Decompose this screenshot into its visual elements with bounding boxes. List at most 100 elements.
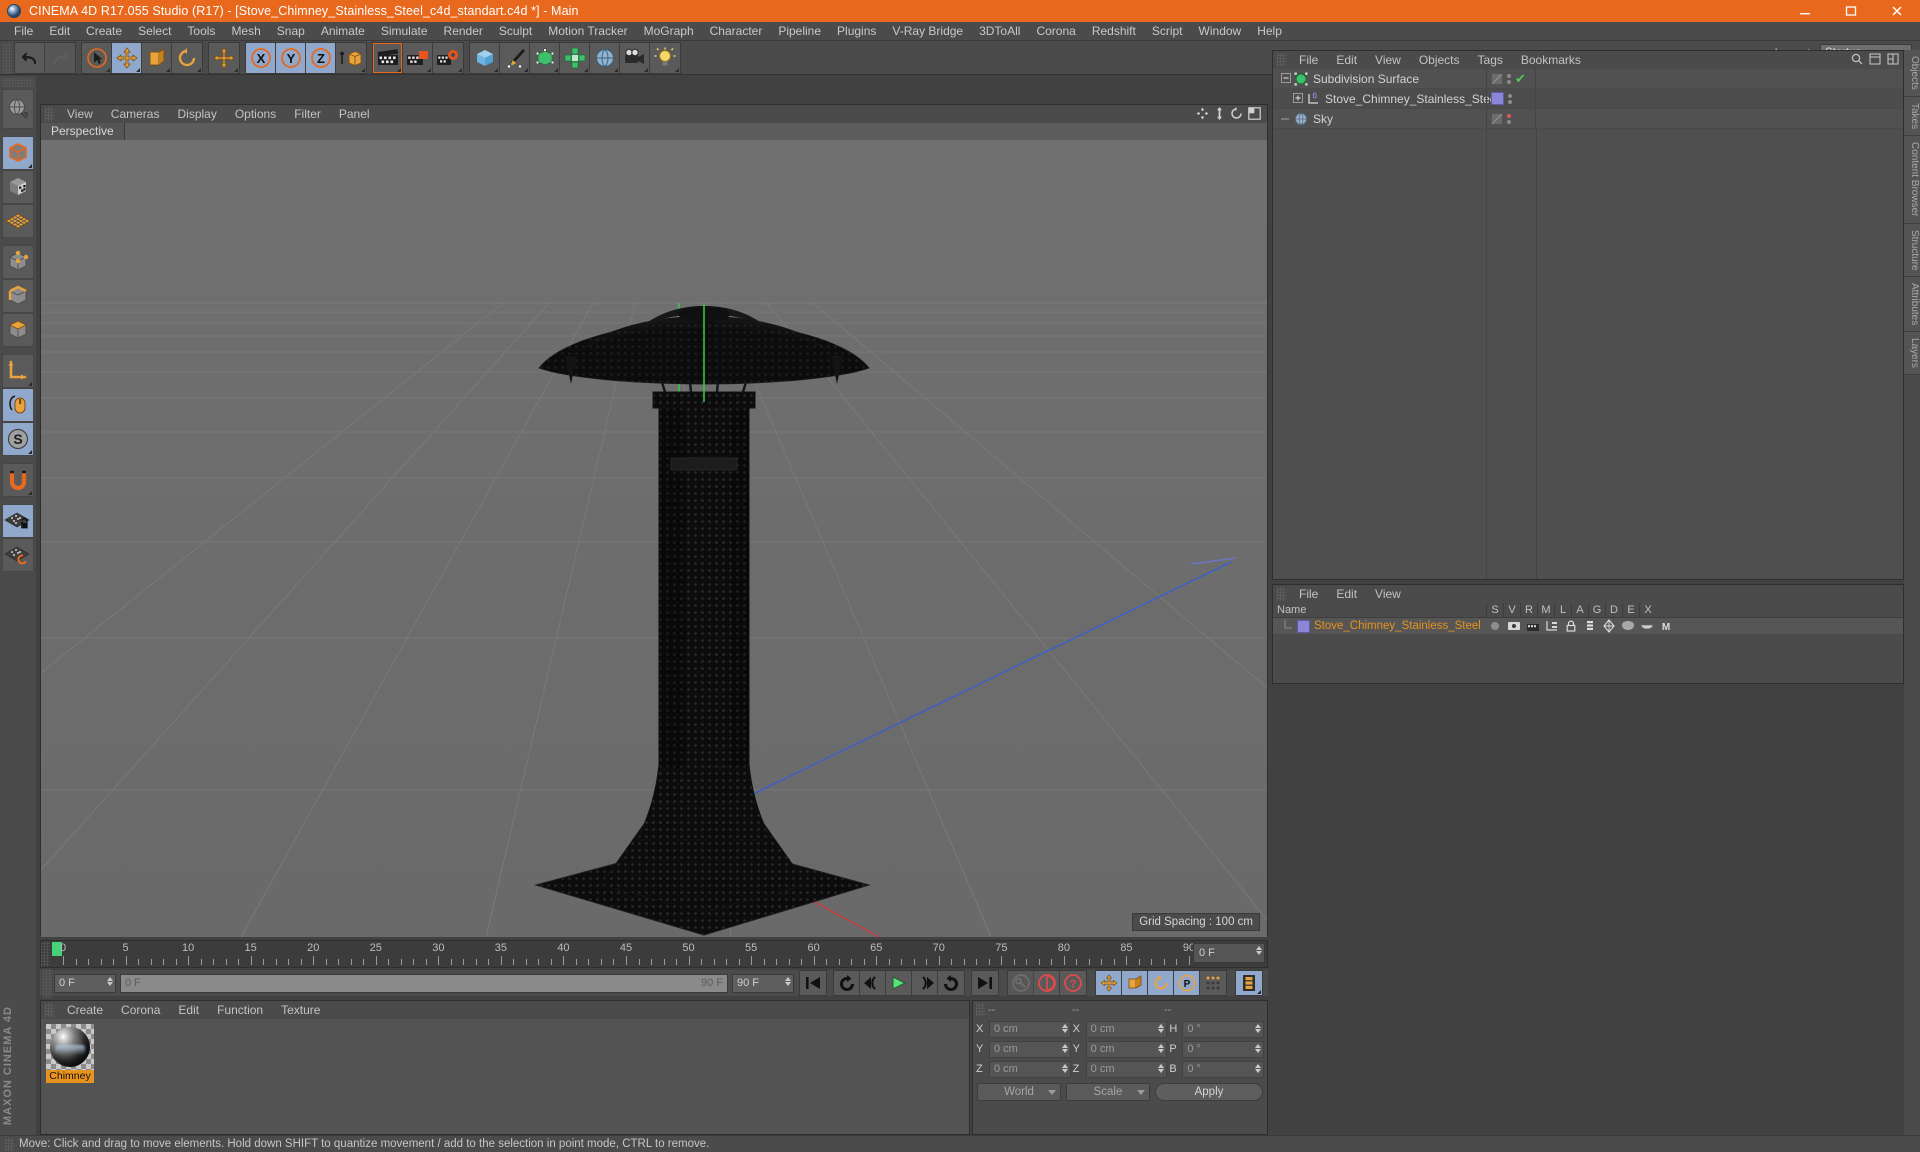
menu-item-redshift[interactable]: Redshift — [1084, 22, 1144, 41]
step-back-button[interactable] — [860, 971, 886, 995]
om-menu-bookmarks[interactable]: Bookmarks — [1512, 51, 1590, 69]
go-to-previous-key[interactable] — [834, 971, 860, 995]
menu-item-mesh[interactable]: Mesh — [223, 22, 268, 41]
menu-item-mograph[interactable]: MoGraph — [636, 22, 702, 41]
left-palette-grip[interactable] — [3, 78, 33, 87]
spinner-icon[interactable] — [785, 976, 791, 986]
model-mode[interactable] — [2, 136, 34, 170]
tm-menu-file[interactable]: File — [1290, 585, 1327, 603]
edit-render-settings[interactable] — [433, 42, 463, 73]
dot-icon[interactable] — [1486, 619, 1503, 633]
tag-column-X[interactable]: X — [1639, 602, 1656, 618]
minimize-icon[interactable] — [1782, 0, 1828, 22]
hierarchy-icon[interactable] — [1543, 619, 1560, 633]
magnet-icon[interactable] — [2, 463, 34, 497]
table-row[interactable]: Subdivision Surface ✔ — [1273, 69, 1903, 89]
position-field-X[interactable]: 0 cm — [989, 1020, 1071, 1038]
animation-toolbar-grip[interactable] — [43, 968, 52, 998]
grid-lock-icon[interactable] — [2, 504, 34, 538]
go-to-next-key[interactable] — [938, 971, 964, 995]
menu-item-pipeline[interactable]: Pipeline — [770, 22, 829, 41]
position-field-Y[interactable]: 0 cm — [989, 1040, 1071, 1058]
render-view-button[interactable] — [373, 42, 403, 73]
dock-tab-takes[interactable]: Takes — [1904, 96, 1920, 137]
spinner-icon[interactable] — [1061, 1023, 1068, 1033]
viewport-menu-options[interactable]: Options — [226, 105, 285, 123]
timeline-ruler[interactable]: 0 5 10 15 20 25 30 35 40 45 50 55 60 65 70 75 80 85 90 0 F — [40, 940, 1268, 968]
dots-icon[interactable] — [1508, 93, 1512, 104]
lock-icon[interactable] — [1562, 619, 1579, 633]
axis-arrow-icon[interactable] — [2, 354, 34, 388]
autokeying-toggle[interactable] — [1034, 971, 1060, 995]
clapper-icon[interactable] — [1524, 619, 1541, 633]
spinner-icon[interactable] — [1255, 1043, 1262, 1053]
coordinate-system-dropdown[interactable]: World — [977, 1083, 1061, 1101]
maximize-view-icon[interactable] — [1248, 107, 1261, 123]
rotate-tool[interactable] — [172, 42, 202, 73]
menu-item-simulate[interactable]: Simulate — [373, 22, 436, 41]
tag-column-G[interactable]: G — [1588, 602, 1605, 618]
viewport-tab-perspective[interactable]: Perspective — [41, 123, 125, 140]
spinner-icon[interactable] — [107, 976, 113, 986]
record-rotation-toggle[interactable] — [1148, 971, 1174, 995]
scale-tool[interactable] — [142, 42, 172, 73]
max-frame-input[interactable]: 90 F — [732, 973, 794, 993]
spinner-icon[interactable] — [1158, 1043, 1165, 1053]
film-strip-icon[interactable] — [1236, 971, 1262, 995]
viewport-menu-display[interactable]: Display — [168, 105, 225, 123]
viewport-menu-view[interactable]: View — [58, 105, 102, 123]
spinner-icon[interactable] — [1061, 1063, 1068, 1073]
tag-manager-grip[interactable] — [1277, 587, 1286, 601]
dock-tab-layers[interactable]: Layers — [1904, 332, 1920, 376]
dock-tab-attributes[interactable]: Attributes — [1904, 277, 1920, 333]
object-tag-column[interactable] — [1486, 109, 1536, 128]
menu-item-script[interactable]: Script — [1144, 22, 1191, 41]
status-bar-grip[interactable] — [5, 1137, 14, 1151]
apply-button[interactable]: Apply — [1155, 1083, 1263, 1101]
dots-icon[interactable] — [1507, 113, 1511, 124]
spinner-icon[interactable] — [1158, 1023, 1165, 1033]
dots-icon[interactable] — [1507, 73, 1511, 84]
menu-item-animate[interactable]: Animate — [313, 22, 373, 41]
tag-column-A[interactable]: A — [1571, 602, 1588, 618]
material-item[interactable]: Chimney — [46, 1024, 94, 1083]
pen-nib-icon[interactable] — [500, 42, 530, 73]
expander-plus-icon[interactable] — [1293, 92, 1303, 106]
material-tag-purple[interactable] — [1491, 92, 1504, 105]
spinner-icon[interactable] — [1061, 1043, 1068, 1053]
move-tool[interactable] — [112, 42, 142, 73]
timeline-scrub-bar[interactable]: 0 F 90 F — [120, 973, 728, 993]
green-cube-cage-icon[interactable] — [530, 42, 560, 73]
screen-icon[interactable] — [1505, 619, 1522, 633]
maximize-icon[interactable] — [1828, 0, 1874, 22]
record-scale-toggle[interactable] — [1122, 971, 1148, 995]
menu-item-select[interactable]: Select — [130, 22, 179, 41]
material-menu-texture[interactable]: Texture — [272, 1001, 329, 1019]
cube-blue-icon[interactable] — [470, 42, 500, 73]
menu-item-plugins[interactable]: Plugins — [829, 22, 884, 41]
timeline-grip[interactable] — [41, 941, 50, 967]
axis-z-icon[interactable]: Z — [306, 42, 336, 73]
rotation-field-P[interactable]: 0 ° — [1182, 1040, 1265, 1058]
menu-item-edit[interactable]: Edit — [41, 22, 78, 41]
tag-column-D[interactable]: D — [1605, 602, 1622, 618]
size-field-Y[interactable]: 0 cm — [1085, 1040, 1168, 1058]
material-menu-edit[interactable]: Edit — [169, 1001, 208, 1019]
points-mode[interactable] — [2, 245, 34, 279]
table-row[interactable]: Stove_Chimney_Stainless_Steel M — [1273, 618, 1903, 634]
om-menu-objects[interactable]: Objects — [1410, 51, 1469, 69]
tm-menu-edit[interactable]: Edit — [1327, 585, 1366, 603]
menu-item-sculpt[interactable]: Sculpt — [491, 22, 540, 41]
object-manager-grip[interactable] — [1277, 53, 1286, 67]
menu-item-render[interactable]: Render — [436, 22, 491, 41]
material-list[interactable]: Chimney — [41, 1019, 969, 1134]
dock-tab-content-browser[interactable]: Content Browser — [1904, 136, 1920, 224]
menu-item-v-ray-bridge[interactable]: V-Ray Bridge — [884, 22, 971, 41]
spinner-icon[interactable] — [1256, 946, 1262, 955]
viewport-menu-cameras[interactable]: Cameras — [102, 105, 169, 123]
play-button[interactable] — [886, 971, 912, 995]
search-icon[interactable] — [1851, 53, 1863, 68]
size-field-Z[interactable]: 0 cm — [1085, 1060, 1168, 1078]
axis-y-icon[interactable]: Y — [276, 42, 306, 73]
keyframe-selection[interactable]: ? — [1060, 971, 1086, 995]
